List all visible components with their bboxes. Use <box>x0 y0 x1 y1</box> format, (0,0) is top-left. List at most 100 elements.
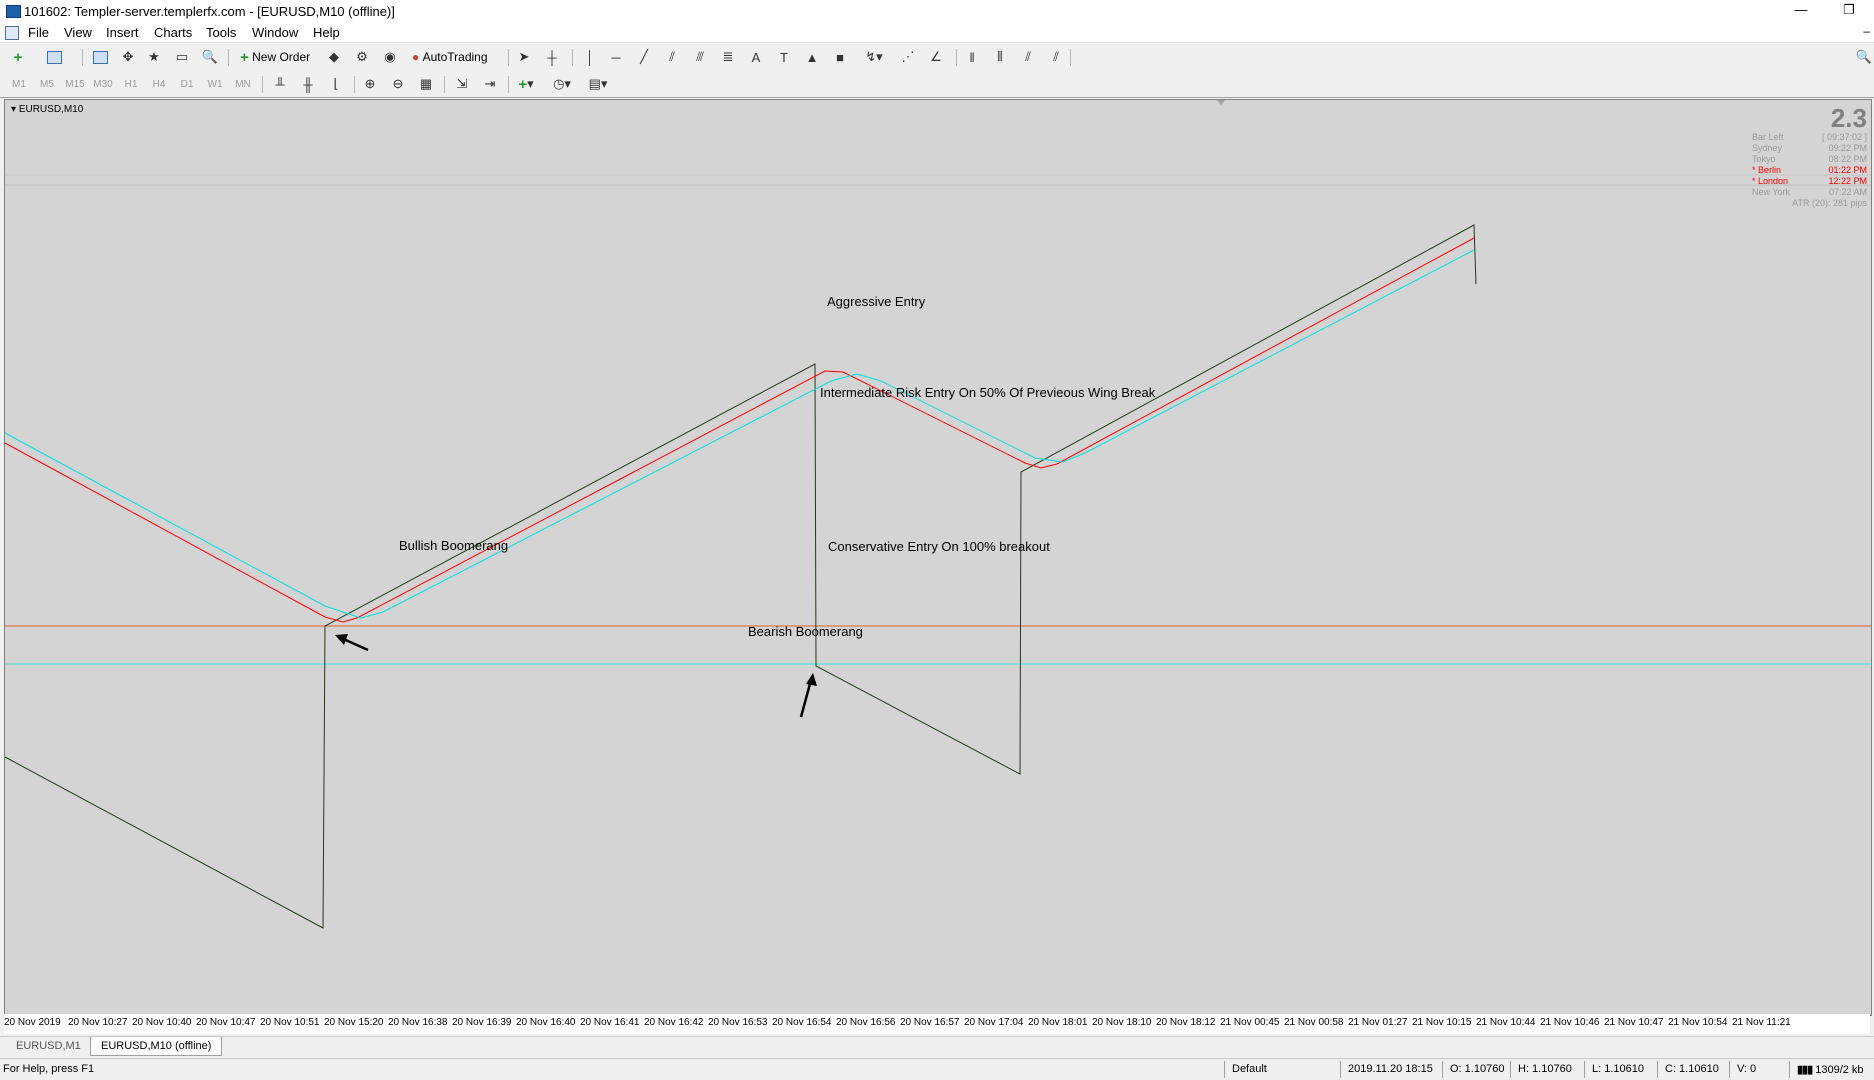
text-label-icon[interactable]: T <box>774 48 794 66</box>
timeframe-m15[interactable]: M15 <box>64 75 86 93</box>
fibonacci-retracement-icon[interactable]: ≣ <box>718 48 738 66</box>
minimize-button[interactable]: — <box>1778 0 1824 22</box>
menu-view[interactable]: View <box>64 25 92 40</box>
connection-status[interactable]: ▮▮▮ 1309/2 kb <box>1797 1063 1864 1076</box>
restore-button[interactable]: ❐ <box>1826 0 1872 22</box>
options-icon[interactable]: ⚙ <box>352 48 372 66</box>
new-order-label: New Order <box>252 50 311 64</box>
info-row-new-york: New York 07:22 AM <box>1752 187 1867 197</box>
status-open: O: 1.10760 <box>1450 1063 1505 1075</box>
status-high: H: 1.10760 <box>1518 1063 1572 1075</box>
equidistant-channel-icon[interactable]: ⫽ <box>662 48 682 66</box>
traffic-text: 1309/2 kb <box>1815 1064 1864 1076</box>
cursor-icon[interactable]: ➤ <box>514 48 534 66</box>
andrews-pitchfork-icon[interactable]: ⫽ <box>1018 48 1038 66</box>
annotation-bearish-boomerang: Bearish Boomerang <box>748 624 863 639</box>
new-order-button[interactable]: + New Order <box>236 48 314 66</box>
gann-fan-icon[interactable]: ∠ <box>926 48 946 66</box>
window-title: 101602: Templer-server.templerfx.com - [… <box>24 4 395 19</box>
menu-insert[interactable]: Insert <box>106 25 139 40</box>
time-axis-label: 20 Nov 16:56 <box>836 1017 896 1028</box>
menu-window[interactable]: Window <box>252 25 298 40</box>
timeframe-d1[interactable]: D1 <box>176 75 198 93</box>
price-line <box>5 224 1477 929</box>
price-chart <box>5 100 1871 929</box>
timeframe-w1[interactable]: W1 <box>204 75 226 93</box>
status-bar: For Help, press F1 Default 2019.11.20 18… <box>0 1058 1874 1080</box>
rectangle-icon[interactable]: ■ <box>830 48 850 66</box>
timeframe-h4[interactable]: H4 <box>148 75 170 93</box>
mdi-minimize-icon[interactable]: – <box>1863 24 1870 38</box>
standard-deviation-channel-icon[interactable]: ⫻ <box>690 48 710 66</box>
chart-symbol-text: EURUSD,M10 <box>18 104 84 115</box>
bearish-arrow-icon <box>799 673 817 718</box>
candlesticks-icon[interactable]: ╫ <box>298 75 318 93</box>
timeframe-h1[interactable]: H1 <box>120 75 142 93</box>
timeframe-m5[interactable]: M5 <box>36 75 58 93</box>
annotation-aggressive-entry: Aggressive Entry <box>827 294 926 309</box>
search-icon[interactable]: 🔍 <box>1854 48 1874 66</box>
status-help-text: For Help, press F1 <box>3 1063 95 1075</box>
zoom-in-icon[interactable]: ⊕ <box>360 75 380 93</box>
time-axis-label: 20 Nov 16:42 <box>644 1017 704 1028</box>
tile-windows-icon[interactable]: ▦ <box>416 75 436 93</box>
periods-dropdown-icon[interactable]: ◷▾ <box>552 75 572 93</box>
time-axis-label: 21 Nov 10:47 <box>1604 1017 1664 1028</box>
bar-left-value: 2.3 <box>1830 103 1867 133</box>
text-icon[interactable]: A <box>746 48 766 66</box>
time-axis-label: 20 Nov 16:38 <box>388 1017 448 1028</box>
info-row-berlin: * Berlin 01:22 PM <box>1752 165 1867 175</box>
fibo-timezones-icon[interactable]: ⦀ <box>990 48 1010 66</box>
tab-eurusd-m1[interactable]: EURUSD,M1 <box>6 1037 91 1055</box>
signals-icon[interactable]: ◉ <box>380 48 400 66</box>
navigator-icon[interactable]: ✥ <box>118 48 138 66</box>
vertical-line-icon[interactable]: │ <box>580 48 600 66</box>
fibonacci-fan-icon[interactable]: ⋰ <box>898 48 918 66</box>
auto-scroll-icon[interactable]: ⇲ <box>452 75 472 93</box>
chart-tabs: EURUSD,M1 EURUSD,M10 (offline) <box>0 1036 1874 1057</box>
crosshair-icon[interactable]: ┼ <box>542 48 562 66</box>
bar-chart-icon[interactable]: ╨ <box>270 75 290 93</box>
time-axis-label: 20 Nov 16:41 <box>580 1017 640 1028</box>
arrow-up-icon[interactable]: ▲ <box>802 48 822 66</box>
annotation-bullish-boomerang: Bullish Boomerang <box>399 538 509 553</box>
menu-charts[interactable]: Charts <box>154 25 192 40</box>
strategy-tester-icon[interactable]: 🔍 <box>200 48 220 66</box>
info-row-bar-left: Bar Left[ 09:37:02 ] <box>1752 132 1867 142</box>
menu-help[interactable]: Help <box>313 25 340 40</box>
chart-window[interactable]: ▾ EURUSD,M10 Bullish Boomerang Bearish B… <box>4 99 1872 1016</box>
indicators-dropdown-icon[interactable]: + ▾ <box>516 75 536 93</box>
line-chart-icon[interactable]: ⌊ <box>326 75 346 93</box>
templates-dropdown-icon[interactable]: ▤▾ <box>588 75 608 93</box>
arrows-dropdown-icon[interactable]: ↯▾ <box>864 48 884 66</box>
time-axis-label: 20 Nov 10:51 <box>260 1017 320 1028</box>
time-axis-label: 20 Nov 16:40 <box>516 1017 576 1028</box>
trendline-icon[interactable]: ╱ <box>634 48 654 66</box>
menu-file[interactable]: File <box>28 25 49 40</box>
annotation-conservative-entry: Conservative Entry On 100% breakout <box>828 539 1050 554</box>
data-window-icon[interactable]: ★ <box>144 48 164 66</box>
time-axis-label: 20 Nov 16:54 <box>772 1017 832 1028</box>
terminal-icon[interactable]: ▭ <box>172 48 192 66</box>
time-axis-label: 21 Nov 01:27 <box>1348 1017 1408 1028</box>
timeframe-m1[interactable]: M1 <box>8 75 30 93</box>
chart-shift-icon[interactable]: ⇥ <box>480 75 500 93</box>
timeframe-m30[interactable]: M30 <box>92 75 114 93</box>
time-axis-label: 20 Nov 18:01 <box>1028 1017 1088 1028</box>
market-watch-icon[interactable] <box>90 48 110 66</box>
title-bar: 101602: Templer-server.templerfx.com - [… <box>0 0 1874 22</box>
regression-channel-icon[interactable]: ⫽ <box>1046 48 1066 66</box>
zoom-out-icon[interactable]: ⊖ <box>388 75 408 93</box>
horizontal-line-icon[interactable]: ─ <box>606 48 626 66</box>
profiles-icon[interactable] <box>44 48 64 66</box>
cycle-lines-icon[interactable]: ‖ <box>962 48 982 66</box>
metaeditor-icon[interactable]: ◆ <box>324 48 344 66</box>
autotrading-label: AutoTrading <box>422 50 488 64</box>
timeframe-mn[interactable]: MN <box>232 75 254 93</box>
annotation-intermediate-entry: Intermediate Risk Entry On 50% Of Previe… <box>820 385 1156 400</box>
new-chart-icon[interactable]: + <box>8 48 28 66</box>
tab-eurusd-m10-offline[interactable]: EURUSD,M10 (offline) <box>90 1037 223 1056</box>
menu-tools[interactable]: Tools <box>206 25 236 40</box>
document-icon[interactable] <box>5 26 19 40</box>
autotrading-button[interactable]: ● AutoTrading <box>408 48 492 66</box>
